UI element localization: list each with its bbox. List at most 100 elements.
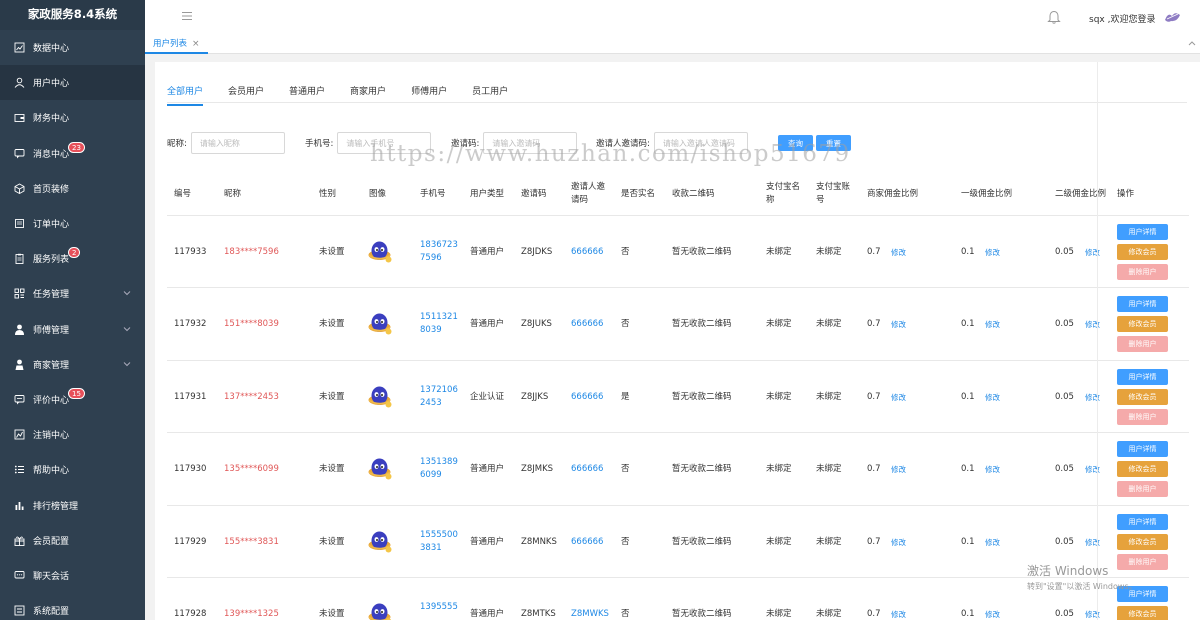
sidebar-item-4[interactable]: 首页装修 bbox=[0, 171, 145, 206]
modify-merchant-ratio-link[interactable]: 修改 bbox=[891, 608, 906, 620]
sidebar-item-13[interactable]: 排行榜管理 bbox=[0, 487, 145, 522]
cell-invite-code: Z8JJKS bbox=[521, 391, 549, 402]
sidebar-item-16[interactable]: 系统配置 bbox=[0, 593, 145, 620]
user-logo-icon[interactable] bbox=[1163, 10, 1183, 24]
cell-level1-ratio: 0.1 bbox=[961, 247, 975, 257]
sidebar-item-6[interactable]: 服务列表 2 bbox=[0, 241, 145, 276]
cell-user-type: 普通用户 bbox=[470, 536, 505, 547]
chart-icon bbox=[14, 42, 25, 53]
cell-inviter-code[interactable]: 666666 bbox=[571, 318, 603, 331]
sidebar-item-7[interactable]: 任务管理 bbox=[0, 276, 145, 311]
delete-user-button[interactable]: 删除用户 bbox=[1117, 481, 1168, 498]
sidebar-item-12[interactable]: 帮助中心 bbox=[0, 452, 145, 487]
modify-member-button[interactable]: 修改会员 bbox=[1117, 244, 1168, 260]
th-merchant-ratio: 商家佣金比例 bbox=[867, 189, 919, 199]
modify-level1-ratio-link[interactable]: 修改 bbox=[985, 318, 1000, 331]
welcome-text: sqx ,欢迎您登录 bbox=[1089, 15, 1156, 25]
cell-inviter-code[interactable]: 666666 bbox=[571, 536, 603, 549]
th-invite-code: 邀请码 bbox=[521, 189, 547, 199]
sidebar-item-15[interactable]: 聊天会话 bbox=[0, 558, 145, 593]
cell-phone[interactable]: 1511321 8039 bbox=[420, 311, 458, 337]
cell-inviter-code[interactable]: Z8MWKS bbox=[571, 608, 609, 620]
cell-id: 117929 bbox=[174, 536, 207, 547]
modify-member-button[interactable]: 修改会员 bbox=[1117, 533, 1168, 550]
cell-inviter-code[interactable]: 666666 bbox=[571, 463, 603, 476]
sidebar-item-0[interactable]: 数据中心 bbox=[0, 30, 145, 65]
table-row: 117930 135****6099 未设置 1351389 6099 普通用户 … bbox=[167, 433, 1189, 506]
modify-merchant-ratio-link[interactable]: 修改 bbox=[891, 536, 906, 549]
cell-alipay-name: 未绑定 bbox=[766, 391, 792, 402]
cell-realname: 否 bbox=[621, 319, 630, 330]
cell-phone[interactable]: 1351389 6099 bbox=[420, 456, 458, 482]
modify-level1-ratio-link[interactable]: 修改 bbox=[985, 391, 1000, 404]
sidebar-item-2[interactable]: 财务中心 bbox=[0, 100, 145, 135]
cell-phone-line1: 1836723 bbox=[420, 240, 458, 250]
message-icon bbox=[14, 148, 25, 159]
sidebar-item-5[interactable]: 订单中心 bbox=[0, 206, 145, 241]
close-icon[interactable]: × bbox=[192, 37, 200, 51]
chevron-up-icon[interactable] bbox=[1188, 39, 1196, 47]
cell-phone[interactable]: 1836723 7596 bbox=[420, 239, 458, 265]
user-detail-button[interactable]: 用户详情 bbox=[1117, 513, 1168, 530]
sidebar-item-3[interactable]: 消息中心 23 bbox=[0, 136, 145, 171]
cell-user-type: 普通用户 bbox=[470, 609, 505, 619]
sidebar-item-label: 聊天会话 bbox=[33, 571, 70, 582]
modify-merchant-ratio-link[interactable]: 修改 bbox=[891, 318, 906, 331]
delete-user-button[interactable]: 删除用户 bbox=[1117, 408, 1168, 425]
modify-member-button[interactable]: 修改会员 bbox=[1117, 388, 1168, 405]
delete-user-button[interactable]: 删除用户 bbox=[1117, 264, 1168, 280]
modify-level1-ratio-link[interactable]: 修改 bbox=[985, 246, 1000, 259]
modify-merchant-ratio-link[interactable]: 修改 bbox=[891, 463, 906, 476]
user-detail-button[interactable]: 用户详情 bbox=[1117, 441, 1168, 458]
cell-merchant-ratio: 0.7 bbox=[867, 319, 881, 330]
modify-level1-ratio-link[interactable]: 修改 bbox=[985, 608, 1000, 620]
th-inviter-line2: 请码 bbox=[571, 195, 589, 205]
cell-nickname[interactable]: 139****1325 bbox=[224, 608, 279, 620]
modify-member-button[interactable]: 修改会员 bbox=[1117, 316, 1168, 333]
cell-gender: 未设置 bbox=[319, 391, 345, 402]
sidebar-item-9[interactable]: 商家管理 bbox=[0, 347, 145, 382]
sidebar-item-label: 用户中心 bbox=[33, 79, 70, 90]
cell-phone[interactable]: 1372106 2453 bbox=[420, 384, 458, 410]
modify-merchant-ratio-link[interactable]: 修改 bbox=[891, 391, 906, 404]
cell-nickname[interactable]: 151****8039 bbox=[224, 318, 279, 331]
tab-user-list[interactable]: 用户列表 × bbox=[145, 35, 208, 54]
cell-nickname[interactable]: 137****2453 bbox=[224, 391, 279, 404]
modify-level1-ratio-link[interactable]: 修改 bbox=[985, 463, 1000, 476]
modify-merchant-ratio-link[interactable]: 修改 bbox=[891, 246, 906, 259]
sidebar-item-label: 注销中心 bbox=[33, 431, 70, 442]
th-ops: 操作 bbox=[1117, 189, 1135, 199]
cell-inviter-code[interactable]: 666666 bbox=[571, 246, 603, 259]
sidebar-item-8[interactable]: 师傅管理 bbox=[0, 312, 145, 347]
user-detail-button[interactable]: 用户详情 bbox=[1117, 224, 1168, 240]
modify-level1-ratio-link[interactable]: 修改 bbox=[985, 536, 1000, 549]
modify-member-button[interactable]: 修改会员 bbox=[1117, 461, 1168, 478]
wallet-icon bbox=[14, 112, 25, 123]
table-header: 编号 昵称 性别 图像 手机号 用户类型 邀请码 邀请人邀 请码 是否实名 收款二… bbox=[167, 174, 1189, 216]
cell-phone[interactable]: 1555500 3831 bbox=[420, 529, 458, 555]
cell-inviter-code[interactable]: 666666 bbox=[571, 391, 603, 404]
user-detail-button[interactable]: 用户详情 bbox=[1117, 368, 1168, 385]
sidebar-item-11[interactable]: 注销中心 bbox=[0, 417, 145, 452]
th-avatar: 图像 bbox=[369, 189, 387, 199]
sidebar-item-10[interactable]: 评价中心 15 bbox=[0, 382, 145, 417]
nickname-input[interactable]: 请输入昵称 bbox=[190, 132, 285, 154]
modify-member-button[interactable]: 修改会员 bbox=[1117, 606, 1168, 620]
sidebar-item-1[interactable]: 用户中心 bbox=[0, 65, 145, 101]
th-alipay-account-line2: 号 bbox=[816, 195, 825, 205]
cell-nickname[interactable]: 183****7596 bbox=[224, 246, 279, 259]
cell-id: 117928 bbox=[174, 609, 207, 619]
delete-user-button[interactable]: 删除用户 bbox=[1117, 336, 1168, 353]
tab-label: 用户列表 bbox=[153, 39, 188, 49]
cell-id: 117931 bbox=[174, 391, 207, 402]
cell-nickname[interactable]: 155****3831 bbox=[224, 536, 279, 549]
page-tab-bar: 用户列表 × bbox=[145, 35, 1200, 54]
user-detail-button[interactable]: 用户详情 bbox=[1117, 296, 1168, 313]
cell-nickname[interactable]: 135****6099 bbox=[224, 463, 279, 476]
cell-merchant-ratio: 0.7 bbox=[867, 247, 881, 257]
settings-icon bbox=[14, 605, 25, 616]
bell-icon[interactable] bbox=[1047, 10, 1061, 25]
sidebar-item-14[interactable]: 会员配置 bbox=[0, 523, 145, 558]
cell-phone[interactable]: 1395555 bbox=[420, 601, 458, 614]
menu-toggle-icon[interactable] bbox=[181, 10, 193, 22]
